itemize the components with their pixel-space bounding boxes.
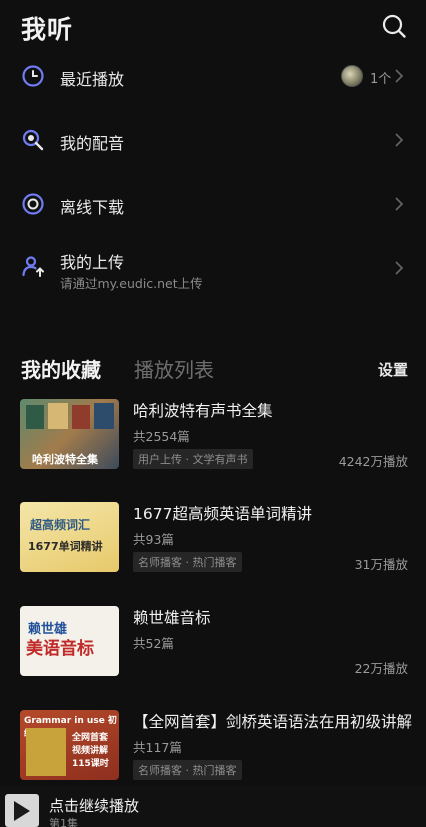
item-title: 1677超高频英语单词精讲	[133, 505, 312, 523]
play-icon[interactable]	[14, 801, 30, 821]
microphone-icon	[22, 129, 44, 151]
search-icon[interactable]	[381, 13, 407, 39]
menu-item-label: 我的上传	[60, 253, 125, 272]
menu-item-label: 最近播放	[60, 70, 125, 89]
item-tag: 名师播客 · 热门播客	[133, 552, 242, 572]
cover-text: 超高频词汇	[30, 518, 91, 532]
recent-count: 1个	[370, 72, 392, 87]
cover-text: 全网首套	[72, 733, 109, 743]
item-count: 共2554篇	[133, 429, 190, 444]
chevron-right-icon	[395, 197, 404, 211]
cover-text: 哈利波特全集	[32, 453, 98, 466]
menu-item-label: 离线下载	[60, 198, 125, 217]
user-upload-icon	[22, 256, 44, 277]
item-title: 哈利波特有声书全集	[133, 402, 273, 420]
cover-image: 哈利波特全集	[20, 399, 119, 469]
chevron-right-icon	[395, 261, 404, 275]
item-plays: 22万播放	[354, 661, 408, 676]
upload-hint: 请通过my.eudic.net上传	[60, 276, 203, 291]
menu-item-offline-download[interactable]: 离线下载	[0, 172, 426, 236]
menu-item-label: 我的配音	[60, 134, 125, 153]
menu-item-recent[interactable]: 最近播放 1个	[0, 44, 426, 108]
item-tag: 用户上传 · 文学有声书	[133, 449, 253, 469]
item-count: 共117篇	[133, 740, 182, 755]
item-count: 共52篇	[133, 636, 174, 651]
chevron-right-icon	[395, 69, 404, 83]
clock-icon	[22, 65, 44, 87]
cover-image: 赖世雄 美语音标	[20, 606, 119, 676]
collection-tabs: 我的收藏 播放列表 设置	[0, 350, 426, 390]
cover-image: 超高频词汇 1677单词精讲	[20, 502, 119, 572]
list-item[interactable]: 超高频词汇 1677单词精讲 1677超高频英语单词精讲 共93篇 名师播客 ·…	[0, 502, 426, 592]
download-icon	[22, 193, 44, 215]
item-plays: 4242万播放	[338, 454, 408, 469]
cover-text: 1677单词精讲	[28, 540, 103, 553]
avatar	[341, 65, 363, 87]
page-title: 我听	[21, 15, 74, 44]
player-episode: 第1集	[49, 817, 78, 827]
menu-item-dubbing[interactable]: 我的配音	[0, 108, 426, 172]
tab-playlist[interactable]: 播放列表	[134, 354, 214, 383]
item-title: 赖世雄音标	[133, 609, 211, 627]
list-item[interactable]: 赖世雄 美语音标 赖世雄音标 共52篇 22万播放	[0, 606, 426, 696]
menu-item-upload[interactable]: 我的上传 请通过my.eudic.net上传	[0, 236, 426, 300]
list-item[interactable]: 哈利波特全集 哈利波特有声书全集 共2554篇 用户上传 · 文学有声书 424…	[0, 399, 426, 489]
settings-button[interactable]: 设置	[378, 359, 408, 380]
mini-player[interactable]: 点击继续播放 第1集	[0, 786, 426, 827]
cover-text: 视频讲解	[72, 746, 109, 756]
cover-text: 115课时	[72, 759, 109, 769]
item-tag: 名师播客 · 热门播客	[133, 760, 242, 780]
item-title: 【全网首套】剑桥英语语法在用初级讲解	[133, 713, 413, 731]
cover-image: Grammar in use 初级 全网首套 视频讲解 115课时	[20, 710, 119, 780]
cover-text: 美语音标	[26, 639, 94, 659]
item-plays: 31万播放	[354, 557, 408, 572]
chevron-right-icon	[395, 133, 404, 147]
player-title: 点击继续播放	[49, 797, 140, 815]
tab-favorites[interactable]: 我的收藏	[21, 354, 101, 383]
item-count: 共93篇	[133, 532, 174, 547]
